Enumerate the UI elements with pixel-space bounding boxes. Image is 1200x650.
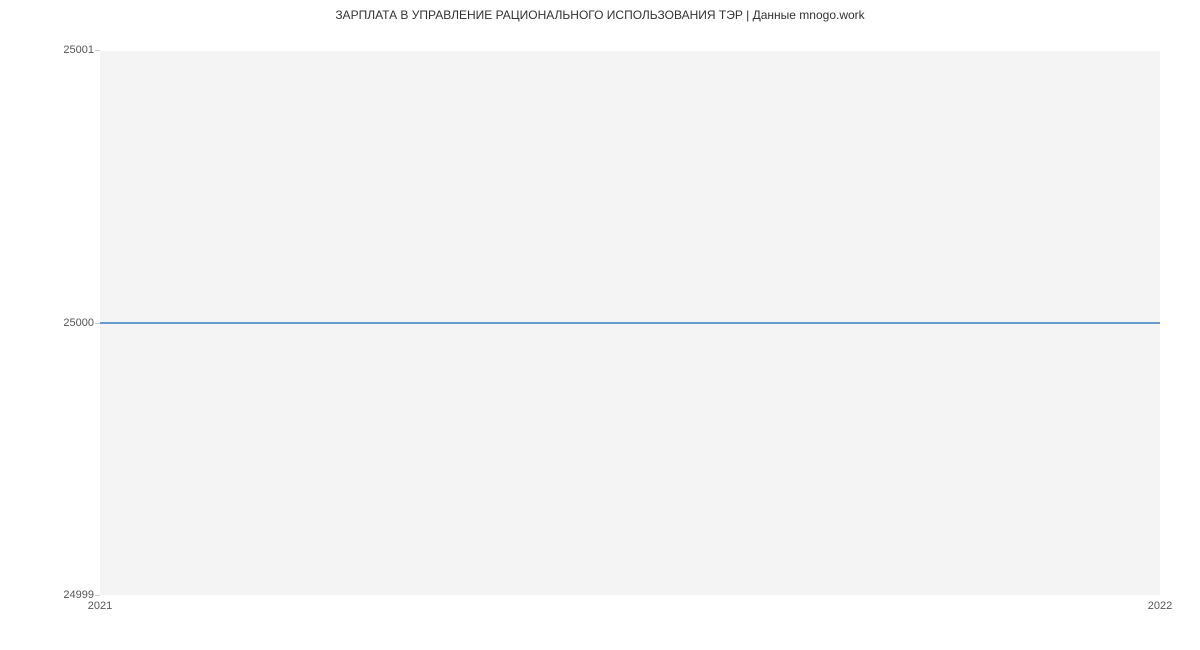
- y-axis-label-mid: 25000: [63, 317, 94, 329]
- y-axis-label-top: 25001: [63, 44, 94, 56]
- x-axis-label-right: 2022: [1148, 600, 1172, 612]
- chart-title: ЗАРПЛАТА В УПРАВЛЕНИЕ РАЦИОНАЛЬНОГО ИСПО…: [0, 8, 1200, 22]
- y-tick-bottom: [95, 595, 100, 596]
- gridline-bottom: [100, 595, 1160, 596]
- y-tick-top: [95, 50, 100, 51]
- x-axis-label-left: 2021: [88, 600, 112, 612]
- data-series-line: [100, 322, 1160, 324]
- gridline-top: [100, 50, 1160, 51]
